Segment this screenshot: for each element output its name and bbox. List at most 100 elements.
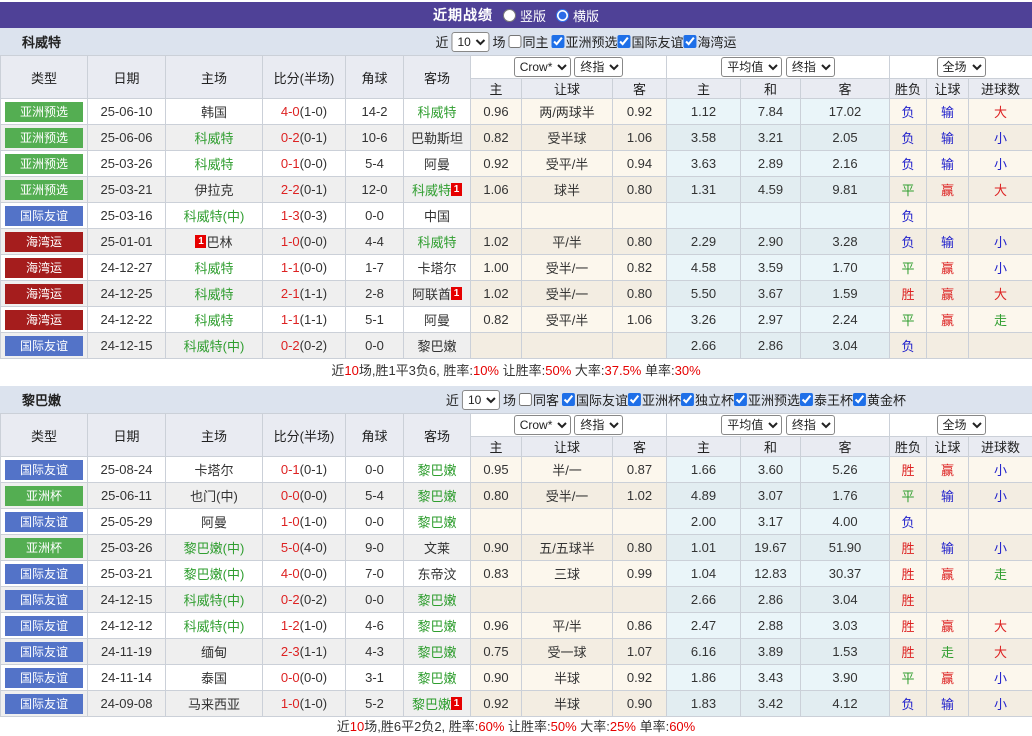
- col-handicap-result: 让球: [927, 79, 969, 99]
- date-cell: 24-09-08: [88, 691, 166, 717]
- same-venue-checkbox[interactable]: [519, 393, 532, 406]
- col-handicap: 让球: [522, 437, 613, 457]
- avg-draw-cell: [741, 203, 801, 229]
- same-venue-filter[interactable]: 同主: [508, 32, 548, 51]
- avg-home-cell: 1.12: [667, 99, 741, 125]
- competition-filter[interactable]: 国际友谊: [562, 390, 628, 409]
- match-row: 国际友谊24-12-12科威特(中)1-2(1-0)4-6黎巴嫩0.96平/半0…: [1, 613, 1032, 639]
- type-cell: 亚洲预选: [1, 99, 88, 125]
- avg-away-cell: 4.00: [801, 509, 890, 535]
- competition-checkbox[interactable]: [684, 35, 697, 48]
- competition-filter[interactable]: 海湾运: [684, 32, 737, 51]
- avg-away-cell: 51.90: [801, 535, 890, 561]
- final-index-select[interactable]: 终指: [574, 57, 623, 77]
- away-team-cell: 阿曼: [404, 151, 471, 177]
- home-team-cell: 科威特: [166, 281, 263, 307]
- final-index-select[interactable]: 终指: [574, 415, 623, 435]
- competition-badge: 国际友谊: [5, 460, 83, 480]
- full-match-select[interactable]: 全场: [937, 57, 986, 77]
- vertical-radio[interactable]: [503, 9, 516, 22]
- away-odds-cell: 1.02: [613, 483, 667, 509]
- date-cell: 24-12-15: [88, 587, 166, 613]
- result-cell: 平: [890, 483, 927, 509]
- horizontal-radio[interactable]: [556, 9, 569, 22]
- avg-home-cell: 3.58: [667, 125, 741, 151]
- match-row: 亚洲预选25-03-21伊拉克2-2(0-1)12-0科威特11.06球半0.8…: [1, 177, 1032, 203]
- recent-results-table-lebanon: 类型 日期 主场 比分(半场) 角球 客场 Crow* 终指 平均值 终指 全场…: [0, 413, 1032, 717]
- match-row: 亚洲预选25-06-10韩国4-0(1-0)14-2科威特0.96两/两球半0.…: [1, 99, 1032, 125]
- bookmaker-select[interactable]: Crow*: [514, 415, 571, 435]
- games-count-select[interactable]: 10: [462, 390, 500, 410]
- avg-away-cell: 3.04: [801, 333, 890, 359]
- home-team-cell: 卡塔尔: [166, 457, 263, 483]
- home-odds-cell: 1.02: [471, 229, 522, 255]
- corner-cell: 9-0: [346, 535, 404, 561]
- competition-checkbox[interactable]: [681, 393, 694, 406]
- match-row: 海湾运24-12-27科威特1-1(0-0)1-7卡塔尔1.00受半/一0.82…: [1, 255, 1032, 281]
- type-cell: 海湾运: [1, 255, 88, 281]
- games-count-select[interactable]: 10: [451, 32, 489, 52]
- away-odds-cell: 0.80: [613, 229, 667, 255]
- odds-select-group: Crow* 终指: [471, 414, 667, 437]
- away-odds-cell: [613, 509, 667, 535]
- bookmaker-select[interactable]: Crow*: [514, 57, 571, 77]
- layout-radio-vertical[interactable]: 竖版: [503, 6, 546, 25]
- competition-badge: 海湾运: [5, 310, 83, 330]
- competition-badge: 亚洲杯: [5, 538, 83, 558]
- goals-result-cell: 走: [969, 307, 1032, 333]
- corner-cell: 4-4: [346, 229, 404, 255]
- match-row: 国际友谊24-11-19缅甸2-3(1-1)4-3黎巴嫩0.75受一球1.076…: [1, 639, 1032, 665]
- competition-filter[interactable]: 黄金杯: [853, 390, 906, 409]
- competition-filter[interactable]: 亚洲杯: [628, 390, 681, 409]
- competition-filter[interactable]: 亚洲预选: [734, 390, 800, 409]
- same-venue-filter[interactable]: 同客: [519, 390, 559, 409]
- date-cell: 25-03-16: [88, 203, 166, 229]
- handicap-result-cell: 赢: [927, 307, 969, 333]
- competition-checkbox[interactable]: [618, 35, 631, 48]
- match-table-body: 亚洲预选25-06-10韩国4-0(1-0)14-2科威特0.96两/两球半0.…: [1, 99, 1032, 359]
- competition-filter[interactable]: 亚洲预选: [552, 32, 618, 51]
- corner-cell: 2-8: [346, 281, 404, 307]
- competition-badge: 海湾运: [5, 258, 83, 278]
- handicap-cell: 半/一: [522, 457, 613, 483]
- handicap-result-cell: [927, 587, 969, 613]
- competition-checkbox[interactable]: [562, 393, 575, 406]
- competition-filter[interactable]: 国际友谊: [618, 32, 684, 51]
- competition-checkbox[interactable]: [628, 393, 641, 406]
- avg-draw-cell: 3.21: [741, 125, 801, 151]
- away-odds-cell: 0.87: [613, 457, 667, 483]
- competition-checkbox[interactable]: [800, 393, 813, 406]
- away-team-cell: 中国: [404, 203, 471, 229]
- same-venue-checkbox[interactable]: [508, 35, 521, 48]
- competition-checkbox[interactable]: [853, 393, 866, 406]
- full-match-select[interactable]: 全场: [937, 415, 986, 435]
- average-select[interactable]: 平均值: [721, 57, 782, 77]
- away-team-cell: 黎巴嫩: [404, 483, 471, 509]
- handicap-cell: 球半: [522, 177, 613, 203]
- result-cell: 平: [890, 255, 927, 281]
- type-cell: 国际友谊: [1, 509, 88, 535]
- away-odds-cell: 1.06: [613, 125, 667, 151]
- away-team-cell: 黎巴嫩: [404, 457, 471, 483]
- goals-result-cell: 小: [969, 535, 1032, 561]
- average-select[interactable]: 平均值: [721, 415, 782, 435]
- final-index-select-2[interactable]: 终指: [786, 415, 835, 435]
- score-cell: 0-1(0-1): [263, 457, 346, 483]
- match-row: 亚洲预选25-06-06科威特0-2(0-1)10-6巴勒斯坦0.82受半球1.…: [1, 125, 1032, 151]
- date-cell: 25-06-10: [88, 99, 166, 125]
- competition-checkbox[interactable]: [552, 35, 565, 48]
- record-summary-kuwait: 近10场,胜1平3负6, 胜率:10% 让胜率:50% 大率:37.5% 单率:…: [0, 359, 1032, 383]
- final-index-select-2[interactable]: 终指: [786, 57, 835, 77]
- competition-checkbox[interactable]: [734, 393, 747, 406]
- away-team-cell: 黎巴嫩: [404, 639, 471, 665]
- result-cell: 胜: [890, 587, 927, 613]
- competition-filter[interactable]: 泰王杯: [800, 390, 853, 409]
- handicap-cell: [522, 587, 613, 613]
- competition-filter[interactable]: 独立杯: [681, 390, 734, 409]
- layout-radio-horizontal[interactable]: 横版: [556, 6, 599, 25]
- avg-draw-cell: 3.43: [741, 665, 801, 691]
- date-cell: 25-03-21: [88, 177, 166, 203]
- away-team-cell: 黎巴嫩: [404, 587, 471, 613]
- team-name: 黎巴嫩(中): [184, 541, 245, 556]
- avg-draw-cell: 19.67: [741, 535, 801, 561]
